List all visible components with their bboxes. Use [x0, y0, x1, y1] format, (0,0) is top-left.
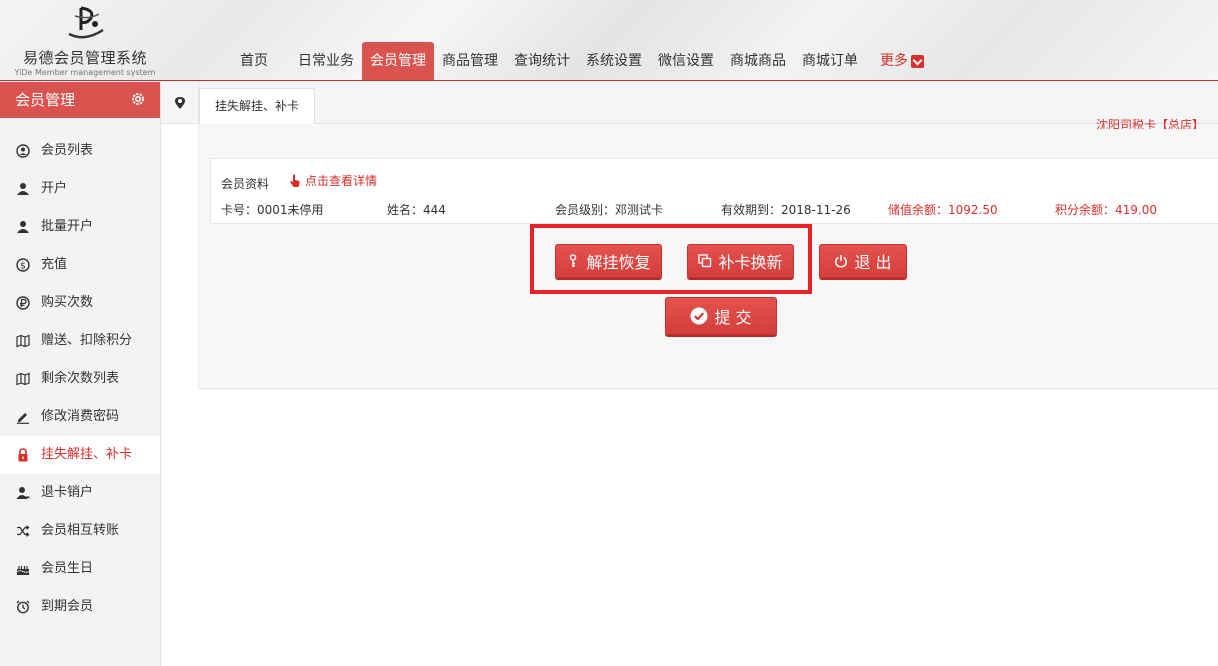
member-level: 会员级别：邓测试卡	[555, 203, 664, 217]
sidebar-item-buy-times[interactable]: 购买次数	[0, 284, 160, 322]
sidebar-item-label: 开户	[41, 181, 68, 196]
hand-pointer-icon	[290, 174, 300, 187]
shop-name: 沈阳司税卡【总店】	[1095, 119, 1204, 129]
nav-more-label: 更多	[880, 53, 908, 69]
sidebar-item-label: 批量开户	[41, 219, 94, 234]
logo-icon	[68, 6, 104, 39]
sidebar-item-label: 充值	[41, 257, 68, 272]
user-circle-icon	[16, 144, 30, 158]
sidebar-item-label: 会员相互转账	[41, 523, 120, 538]
sidebar-item-label: 到期会员	[41, 599, 94, 614]
location-pin-icon[interactable]	[161, 82, 199, 124]
svg-text:$: $	[20, 262, 26, 272]
nav-daily-business[interactable]: 日常业务	[290, 42, 362, 80]
sidebar-item-change-password[interactable]: 修改消费密码	[0, 398, 160, 436]
pencil-icon	[16, 410, 30, 424]
alarm-icon	[16, 600, 30, 614]
exit-button[interactable]: 退 出	[819, 244, 907, 278]
coin-icon: $	[16, 258, 30, 272]
card-number: 卡号：0001未停用	[221, 203, 324, 217]
sidebar-item-label: 会员生日	[41, 561, 94, 576]
power-icon	[835, 255, 848, 268]
sidebar-title: 会员管理	[15, 91, 76, 109]
sidebar-menu: 会员列表 开户 批量开户 $ 充值 购买次数 赠送、扣除积分 剩余次数列表 修改	[0, 118, 160, 626]
unlock-restore-label: 解挂恢复	[586, 253, 651, 272]
app-title: 易德会员管理系统	[22, 49, 147, 67]
app-header: 易德会员管理系统 YiDe Member management system 首…	[0, 0, 1218, 81]
gear-icon[interactable]	[130, 91, 146, 107]
sidebar-item-remaining-times[interactable]: 剩余次数列表	[0, 360, 160, 398]
sidebar-header: 会员管理	[0, 82, 160, 118]
view-detail-link[interactable]: 点击查看详情	[289, 172, 377, 189]
ruble-icon	[16, 296, 30, 310]
tab-report-loss[interactable]: 挂失解挂、补卡	[199, 88, 316, 125]
stored-balance: 储值余额：1092.50	[888, 203, 998, 217]
copy-icon	[698, 254, 712, 268]
user-minus-icon	[16, 486, 30, 500]
sidebar-item-label: 会员列表	[41, 143, 94, 158]
sidebar-item-points[interactable]: 赠送、扣除积分	[0, 322, 160, 360]
map-icon	[16, 372, 30, 386]
exit-label: 退 出	[854, 253, 892, 272]
member-section-title: 会员资料	[221, 177, 270, 191]
app-subtitle: YiDe Member management system	[14, 68, 156, 77]
submit-label: 提 交	[714, 308, 752, 327]
sidebar-item-batch-open[interactable]: 批量开户	[0, 208, 160, 246]
sidebar-item-transfer[interactable]: 会员相互转账	[0, 512, 160, 550]
nav-home[interactable]: 首页	[218, 42, 290, 80]
user-icon	[16, 182, 30, 196]
lock-icon	[16, 448, 30, 462]
nav-query-statistics[interactable]: 查询统计	[506, 42, 578, 80]
key-icon	[570, 254, 577, 267]
nav-product-management[interactable]: 商品管理	[434, 42, 506, 80]
sidebar-item-label: 退卡销户	[41, 485, 94, 500]
nav-more[interactable]: 更多	[866, 42, 938, 80]
sidebar-item-label: 挂失解挂、补卡	[41, 447, 133, 462]
expiry-date: 有效期到：2018-11-26	[721, 203, 851, 217]
sidebar: 会员管理 会员列表 开户 批量开户 $ 充值 购买次数 赠送、扣除积分 剩余次数…	[0, 82, 161, 666]
member-info-card: 会员资料 点击查看详情 卡号：0001未停用 姓名：444 会员级别：邓测试卡 …	[210, 158, 1218, 224]
sidebar-item-open-account[interactable]: 开户	[0, 170, 160, 208]
replace-card-button[interactable]: 补卡换新	[687, 244, 794, 278]
sidebar-item-report-loss[interactable]: 挂失解挂、补卡	[0, 436, 160, 474]
nav-wechat-settings[interactable]: 微信设置	[650, 42, 722, 80]
sidebar-item-label: 购买次数	[41, 295, 94, 310]
member-name: 姓名：444	[387, 203, 446, 217]
check-circle-icon	[690, 307, 708, 325]
unlock-restore-button[interactable]: 解挂恢复	[555, 244, 662, 278]
map-icon	[16, 334, 30, 348]
nav-system-settings[interactable]: 系统设置	[578, 42, 650, 80]
user-icon	[16, 220, 30, 234]
sidebar-item-label: 修改消费密码	[41, 409, 120, 424]
nav-member-management[interactable]: 会员管理	[362, 42, 434, 80]
sidebar-item-recharge[interactable]: $ 充值	[0, 246, 160, 284]
shuffle-icon	[16, 524, 30, 538]
nav-mall-products[interactable]: 商城商品	[722, 42, 794, 80]
sidebar-item-member-list[interactable]: 会员列表	[0, 132, 160, 170]
sidebar-item-label: 剩余次数列表	[41, 371, 120, 386]
points-balance: 积分余额：419.00	[1055, 203, 1157, 217]
sidebar-item-cancel-card[interactable]: 退卡销户	[0, 474, 160, 512]
sidebar-item-expired[interactable]: 到期会员	[0, 588, 160, 626]
replace-card-label: 补卡换新	[718, 253, 783, 272]
app-logo[interactable]: 易德会员管理系统 YiDe Member management system	[10, 4, 160, 78]
nav-mall-orders[interactable]: 商城订单	[794, 42, 866, 80]
view-detail-label: 点击查看详情	[305, 174, 378, 188]
cake-icon	[16, 562, 30, 576]
sidebar-item-label: 赠送、扣除积分	[41, 333, 133, 348]
top-nav: 首页 日常业务 会员管理 商品管理 查询统计 系统设置 微信设置 商城商品 商城…	[218, 42, 938, 80]
chevron-down-icon	[911, 54, 924, 68]
tab-bar: 挂失解挂、补卡	[161, 82, 1218, 125]
sidebar-item-birthday[interactable]: 会员生日	[0, 550, 160, 588]
submit-button[interactable]: 提 交	[665, 297, 777, 335]
